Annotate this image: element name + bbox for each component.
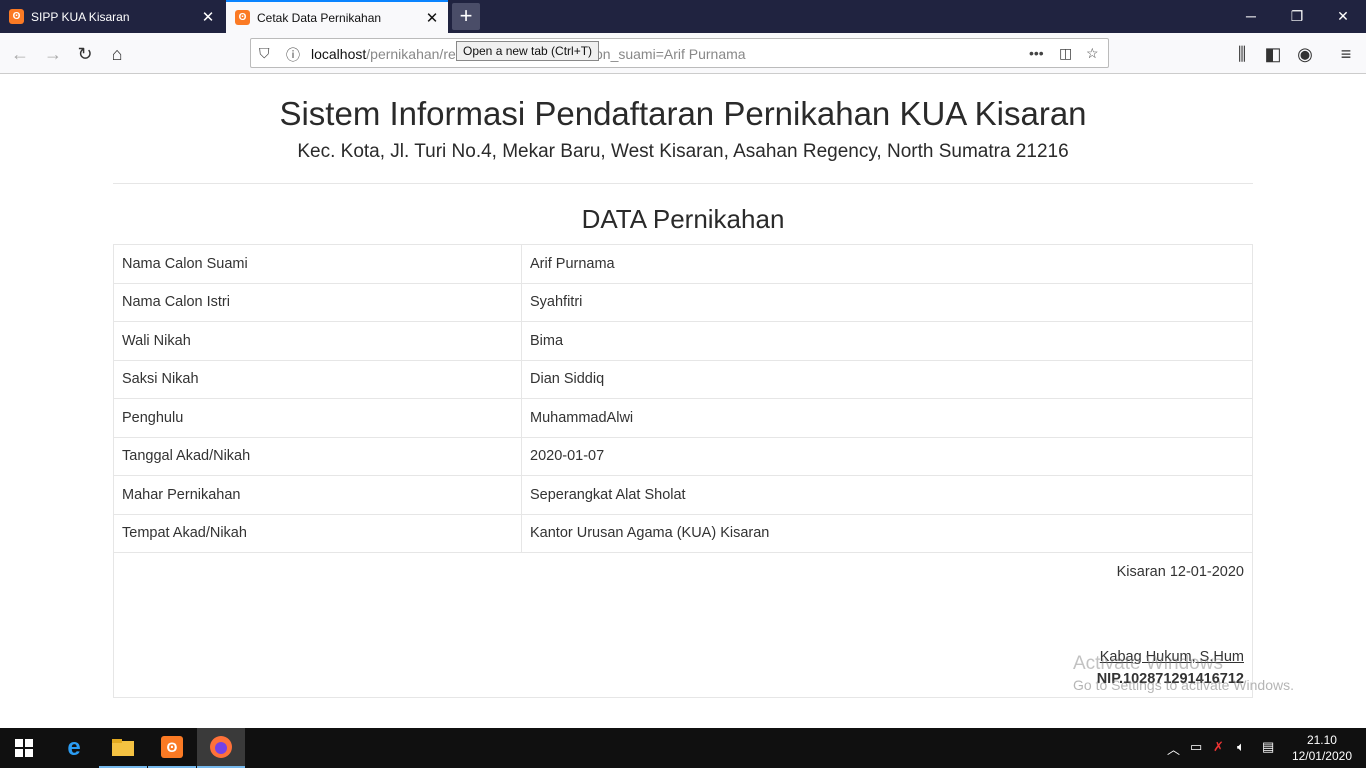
volume-icon[interactable]: 🔈︎ xyxy=(1237,739,1245,755)
pocket-icon[interactable]: ◫ xyxy=(1059,45,1072,62)
library-icon[interactable]: ⫼ xyxy=(1229,41,1255,67)
row-value: Bima xyxy=(521,321,1253,361)
edge-button[interactable]: e xyxy=(50,728,98,768)
table-row: Tempat Akad/Nikah Kantor Urusan Agama (KU… xyxy=(113,513,1253,553)
clock-time: 21.10 xyxy=(1306,733,1337,747)
forward-arrow-icon[interactable]: → xyxy=(40,41,66,67)
clock-date: 12/01/2020 xyxy=(1291,749,1352,763)
row-value: 2020-01-07 xyxy=(521,436,1253,476)
taskbar: e ʘ ︿ ▭ ✗ 🔈︎ ▤ 21.10 12/01/2020 xyxy=(0,728,1366,768)
more-actions-icon[interactable]: ••• xyxy=(1029,45,1044,61)
activate-windows-title: Activate Windows xyxy=(1073,653,1223,674)
page-address: Kec. Kota, Jl. Turi No.4, Mekar Baru, We… xyxy=(297,141,1069,162)
table-row: Saksi Nikah Dian Siddiq xyxy=(113,359,1253,399)
xampp-favicon-icon: ʘ xyxy=(9,9,24,24)
bookmark-star-icon[interactable]: ☆ xyxy=(1086,45,1099,62)
new-tab-button[interactable]: + xyxy=(452,3,480,30)
activate-windows-subtitle: Go to Settings to activate Windows. xyxy=(1073,677,1294,693)
row-label: Penghulu xyxy=(113,398,522,438)
row-label: Tempat Akad/Nikah xyxy=(113,513,522,553)
xampp-icon: ʘ xyxy=(161,736,183,758)
home-icon[interactable]: ⌂ xyxy=(104,41,130,67)
page-title: Sistem Informasi Pendaftaran Pernikahan … xyxy=(279,95,1087,132)
page-content: Sistem Informasi Pendaftaran Pernikahan … xyxy=(0,75,1366,728)
chevron-up-icon[interactable]: ︿ xyxy=(1167,739,1180,758)
firefox-icon xyxy=(210,736,232,758)
row-value: Seperangkat Alat Sholat xyxy=(521,475,1253,515)
start-button[interactable] xyxy=(0,728,48,768)
xampp-favicon-icon: ʘ xyxy=(235,10,250,25)
file-explorer-button[interactable] xyxy=(99,728,147,768)
signature-cell: Kisaran 12-01-2020 Kabag Hukum, S.Hum NI… xyxy=(113,552,1253,698)
battery-icon[interactable]: ▭ xyxy=(1190,739,1202,755)
shield-icon[interactable]: ⛉ xyxy=(259,45,270,62)
info-icon[interactable]: ⓘ xyxy=(286,45,300,65)
section-title: DATA Pernikahan xyxy=(581,204,785,234)
edge-icon: e xyxy=(67,734,81,761)
row-value: Syahfitri xyxy=(521,282,1253,322)
place-date: Kisaran 12-01-2020 xyxy=(1116,564,1244,580)
url-bar[interactable]: ⛉ ⓘ localhost/pernikahan/re on_suami=Arif… xyxy=(250,38,1109,68)
close-window-button[interactable]: ✕ xyxy=(1320,0,1366,33)
navigation-bar: ← → ↻ ⌂ ⛉ ⓘ localhost/pernikahan/re on_su… xyxy=(0,33,1366,74)
tab-title: SIPP KUA Kisaran xyxy=(31,9,130,24)
row-value: MuhammadAlwi xyxy=(521,398,1253,438)
reload-icon[interactable]: ↻ xyxy=(72,41,98,67)
marriage-data-table: Nama Calon Suami Arif Purnama Nama Calon I… xyxy=(113,244,1253,698)
row-label: Mahar Pernikahan xyxy=(113,475,522,515)
network-icon[interactable]: ✗ xyxy=(1213,739,1224,755)
folder-icon xyxy=(112,739,134,756)
new-tab-tooltip: Open a new tab (Ctrl+T) xyxy=(456,41,600,61)
tab-bar: ʘ SIPP KUA Kisaran ✕ ʘ Cetak Data Pernik… xyxy=(0,0,1366,33)
xampp-button[interactable]: ʘ xyxy=(148,728,196,768)
url-text[interactable]: localhost/pernikahan/re on_suami=Arif Pur… xyxy=(311,46,746,62)
tab-sipp-kua[interactable]: ʘ SIPP KUA Kisaran ✕ xyxy=(0,0,224,33)
table-row: Nama Calon Suami Arif Purnama xyxy=(113,244,1253,284)
table-row: Penghulu MuhammadAlwi xyxy=(113,398,1253,438)
row-label: Tanggal Akad/Nikah xyxy=(113,436,522,476)
tab-title: Cetak Data Pernikahan xyxy=(257,10,382,25)
row-label: Nama Calon Istri xyxy=(113,282,522,322)
row-label: Wali Nikah xyxy=(113,321,522,361)
divider xyxy=(113,183,1253,184)
notifications-icon[interactable]: ▤ xyxy=(1262,739,1274,755)
row-value: Dian Siddiq xyxy=(521,359,1253,399)
restore-button[interactable]: ❐ xyxy=(1274,0,1320,33)
firefox-button[interactable] xyxy=(197,728,245,768)
minimize-button[interactable]: ─ xyxy=(1228,0,1274,33)
row-value: Arif Purnama xyxy=(521,244,1253,284)
menu-icon[interactable]: ≡ xyxy=(1333,41,1359,67)
row-value: Kantor Urusan Agama (KUA) Kisaran xyxy=(521,513,1253,553)
table-row: Wali Nikah Bima xyxy=(113,321,1253,361)
clock[interactable]: 21.10 12/01/2020 xyxy=(1292,732,1352,764)
windows-logo-icon xyxy=(15,739,33,757)
table-row: Nama Calon Istri Syahfitri xyxy=(113,282,1253,322)
row-label: Saksi Nikah xyxy=(113,359,522,399)
close-tab-icon[interactable]: ✕ xyxy=(422,9,442,27)
close-tab-icon[interactable]: ✕ xyxy=(198,8,218,26)
account-icon[interactable]: ◉ xyxy=(1292,41,1318,67)
table-row: Mahar Pernikahan Seperangkat Alat Sholat xyxy=(113,475,1253,515)
table-row: Tanggal Akad/Nikah 2020-01-07 xyxy=(113,436,1253,476)
sidebar-icon[interactable]: ◧ xyxy=(1260,41,1286,67)
back-arrow-icon[interactable]: ← xyxy=(7,41,33,67)
row-label: Nama Calon Suami xyxy=(113,244,522,284)
tab-cetak-data[interactable]: ʘ Cetak Data Pernikahan ✕ xyxy=(226,0,448,33)
